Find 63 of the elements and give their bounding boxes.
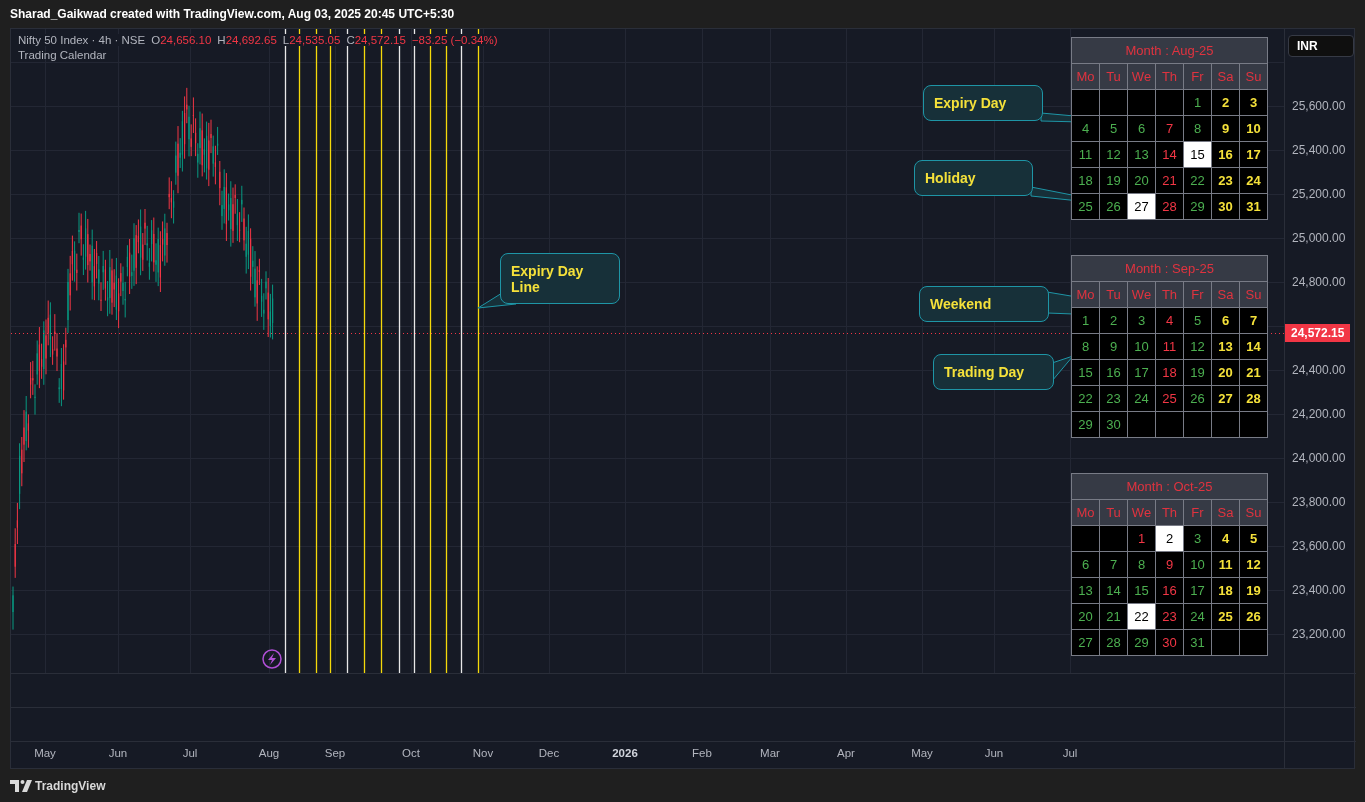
symbol-title[interactable]: Nifty 50 Index · 4h · NSE (18, 34, 146, 46)
last-price-badge: 24,572.15 (1285, 324, 1351, 342)
time-label: Feb (691, 747, 713, 759)
currency-button[interactable]: INR (1288, 35, 1354, 57)
calendar-title: Month : Aug-25 (1071, 37, 1268, 64)
price-label: 23,600.00 (1292, 538, 1346, 554)
calendar-title: Month : Oct-25 (1071, 473, 1268, 500)
calendar-day: 6 (1071, 551, 1100, 578)
price-label: 24,400.00 (1292, 362, 1346, 378)
attribution-text: Sharad_Gaikwad created with TradingView.com, Aug 03, 2025 20:45 UTC+5:30 (10, 7, 455, 21)
ohlc-value: C24,572.15 (346, 34, 406, 46)
calendar-day: 11 (1071, 141, 1100, 168)
price-label: 25,600.00 (1292, 98, 1346, 114)
logo-icon[interactable] (10, 780, 32, 792)
price-label: 24,000.00 (1292, 450, 1346, 466)
time-label: Mar (759, 747, 781, 759)
time-label: Jun (983, 747, 1005, 759)
calendar-title: Month : Sep-25 (1071, 255, 1268, 282)
callout-label: Expiry Day Line (500, 253, 620, 304)
time-label: Jun (107, 747, 129, 759)
calendar-day: 8 (1071, 333, 1100, 360)
lightning-icon[interactable] (262, 649, 282, 669)
calendar-day: 13 (1071, 577, 1100, 604)
brand-name[interactable]: TradingView (35, 779, 106, 793)
price-label: 24,800.00 (1292, 274, 1346, 290)
ohlc-value: O24,656.10 (151, 34, 212, 46)
price-label: 25,400.00 (1292, 142, 1346, 158)
time-label: Dec (537, 747, 561, 759)
calendar-day: 22 (1071, 385, 1100, 412)
weekday-header: Mo (1071, 499, 1100, 526)
time-label: Nov (471, 747, 495, 759)
callout-label: Holiday (914, 160, 1033, 196)
calendar-day: 29 (1071, 411, 1100, 438)
time-label: Aug (257, 747, 281, 759)
price-label: 24,200.00 (1292, 406, 1346, 422)
callout-label: Expiry Day (923, 85, 1043, 121)
price-label: 23,400.00 (1292, 582, 1346, 598)
time-label: Oct (401, 747, 421, 759)
price-label: 25,200.00 (1292, 186, 1346, 202)
ohlc-value: H24,692.65 (217, 34, 277, 46)
calendar-day: 18 (1071, 167, 1100, 194)
callout-label: Weekend (919, 286, 1049, 322)
time-label: Sep (323, 747, 347, 759)
calendar-day: 20 (1071, 603, 1100, 630)
time-label: Jul (1061, 747, 1079, 759)
calendar-day: 25 (1071, 193, 1100, 220)
price-label: 25,000.00 (1292, 230, 1346, 246)
price-label: 23,800.00 (1292, 494, 1346, 510)
ohlc-value: L24,535.05 (282, 34, 341, 46)
time-label: May (910, 747, 934, 759)
time-label: May (33, 747, 57, 759)
calendar-day: 15 (1071, 359, 1100, 386)
calendar-day: 1 (1071, 307, 1100, 334)
weekday-header: Mo (1071, 281, 1100, 308)
calendar-day: 4 (1071, 115, 1100, 142)
indicator-title[interactable]: Trading Calendar (18, 49, 498, 61)
time-label: Apr (836, 747, 856, 759)
weekday-header: Mo (1071, 63, 1100, 90)
calendar-day: 27 (1071, 629, 1100, 656)
time-label: 2026 (611, 747, 639, 759)
price-label: 23,200.00 (1292, 626, 1346, 642)
change-value: −83.25 (−0.34%) (411, 34, 498, 46)
time-label: Jul (181, 747, 199, 759)
